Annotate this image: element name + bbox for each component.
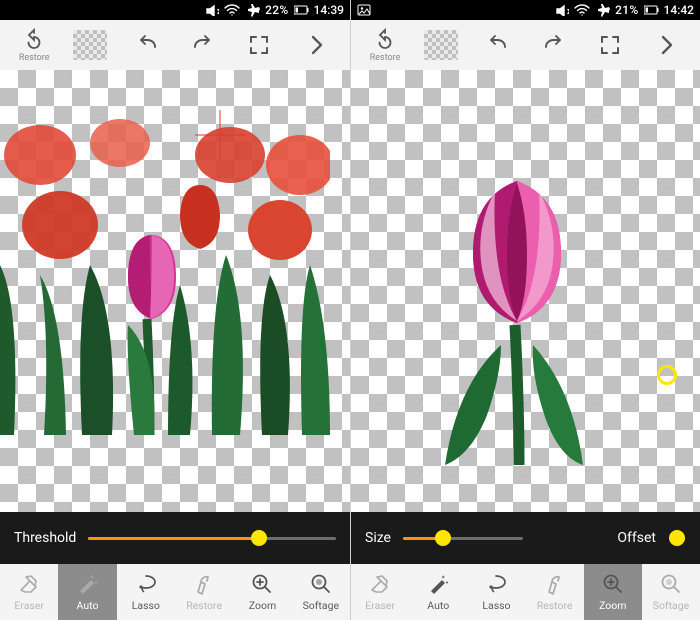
restore-button[interactable]: Restore: [357, 28, 413, 63]
bottom-toolbar: EraserAutoLassoRestoreZoomSoftage: [0, 564, 350, 620]
top-toolbar: Restore: [351, 20, 700, 70]
status-bar: 21% 14:42: [351, 0, 700, 20]
bottom-toolbar: EraserAutoLassoRestoreZoomSoftage: [351, 564, 700, 620]
softage-icon: [309, 572, 333, 596]
slider-panel: Threshold: [0, 512, 350, 564]
restore-icon: [543, 572, 567, 596]
canvas-area[interactable]: [351, 70, 700, 512]
next-icon: [654, 33, 678, 57]
redo-button[interactable]: [526, 33, 582, 57]
lasso-icon: [134, 572, 158, 596]
wifi-icon: [224, 4, 240, 16]
clock: 14:39: [314, 3, 344, 17]
lasso-icon: [484, 572, 508, 596]
expand-icon: [247, 33, 271, 57]
left-screenshot: 22% 14:39 Restore: [0, 0, 350, 620]
softage-icon: [659, 572, 683, 596]
zoom-icon: [250, 572, 274, 596]
restore-icon: [373, 28, 397, 52]
battery-icon: [644, 4, 659, 16]
expand-button[interactable]: [231, 33, 287, 57]
transparency-icon: [73, 30, 107, 60]
tool-auto[interactable]: Auto: [409, 564, 467, 620]
tool-softage: Softage: [642, 564, 700, 620]
size-label: Size: [365, 530, 391, 546]
image-icon: [357, 4, 371, 16]
size-slider[interactable]: [403, 528, 523, 548]
offset-label: Offset: [617, 530, 656, 546]
threshold-slider[interactable]: [88, 528, 336, 548]
undo-button[interactable]: [469, 33, 525, 57]
tool-zoom[interactable]: Zoom: [233, 564, 291, 620]
zoom-cursor-ring: [657, 365, 677, 385]
auto-icon: [75, 572, 99, 596]
tool-auto[interactable]: Auto: [58, 564, 116, 620]
tulip-field-graphic: [0, 115, 330, 435]
redo-icon: [542, 33, 566, 57]
next-button[interactable]: [288, 33, 344, 57]
wifi-icon: [574, 4, 590, 16]
transparency-button[interactable]: [62, 30, 118, 60]
mute-icon: [555, 4, 569, 16]
tool-restore: Restore: [526, 564, 584, 620]
transparency-icon: [424, 30, 458, 60]
eraser-icon: [17, 572, 41, 596]
tool-lasso[interactable]: Lasso: [467, 564, 525, 620]
restore-button[interactable]: Restore: [6, 28, 62, 63]
tool-lasso[interactable]: Lasso: [117, 564, 175, 620]
right-screenshot: 21% 14:42 Restore: [350, 0, 700, 620]
battery-pct: 22%: [265, 3, 288, 17]
status-bar: 22% 14:39: [0, 0, 350, 20]
airplane-icon: [595, 4, 610, 17]
next-icon: [304, 33, 328, 57]
slider-panel: Size Offset: [351, 512, 700, 564]
undo-icon: [135, 33, 159, 57]
top-toolbar: Restore: [0, 20, 350, 70]
battery-icon: [294, 4, 309, 16]
undo-button[interactable]: [119, 33, 175, 57]
expand-button[interactable]: [582, 33, 638, 57]
auto-icon: [426, 572, 450, 596]
next-button[interactable]: [638, 33, 694, 57]
zoom-icon: [601, 572, 625, 596]
expand-icon: [598, 33, 622, 57]
redo-button[interactable]: [175, 33, 231, 57]
tool-zoom[interactable]: Zoom: [584, 564, 642, 620]
transparency-button[interactable]: [413, 30, 469, 60]
restore-icon: [192, 572, 216, 596]
offset-slider[interactable]: [668, 528, 686, 548]
mute-icon: [205, 4, 219, 16]
tool-eraser: Eraser: [351, 564, 409, 620]
battery-pct: 21%: [615, 3, 638, 17]
airplane-icon: [245, 4, 260, 17]
tool-softage[interactable]: Softage: [292, 564, 350, 620]
eraser-icon: [368, 572, 392, 596]
undo-icon: [485, 33, 509, 57]
clock: 14:42: [664, 3, 694, 17]
single-tulip-graphic: [441, 175, 611, 465]
redo-icon: [191, 33, 215, 57]
tool-restore: Restore: [175, 564, 233, 620]
threshold-label: Threshold: [14, 530, 76, 546]
tool-eraser: Eraser: [0, 564, 58, 620]
canvas-area[interactable]: [0, 70, 350, 512]
restore-icon: [22, 28, 46, 52]
